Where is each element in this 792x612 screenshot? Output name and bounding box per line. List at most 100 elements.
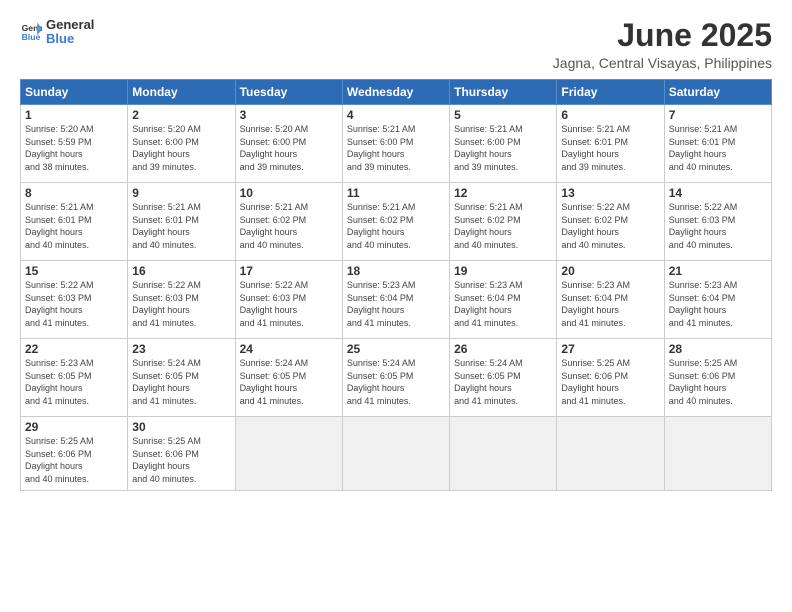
table-row: 14Sunrise: 5:22 AMSunset: 6:03 PMDayligh… <box>664 183 771 261</box>
calendar-table: Sunday Monday Tuesday Wednesday Thursday… <box>20 79 772 490</box>
day-number: 3 <box>240 108 338 122</box>
day-info: Sunrise: 5:22 AMSunset: 6:03 PMDaylight … <box>669 201 767 251</box>
day-number: 22 <box>25 342 123 356</box>
day-number: 14 <box>669 186 767 200</box>
day-number: 15 <box>25 264 123 278</box>
day-info: Sunrise: 5:25 AMSunset: 6:06 PMDaylight … <box>132 435 230 485</box>
day-number: 10 <box>240 186 338 200</box>
subtitle: Jagna, Central Visayas, Philippines <box>553 55 772 71</box>
day-number: 28 <box>669 342 767 356</box>
calendar-week-row: 22Sunrise: 5:23 AMSunset: 6:05 PMDayligh… <box>21 339 772 417</box>
day-number: 11 <box>347 186 445 200</box>
table-row: 25Sunrise: 5:24 AMSunset: 6:05 PMDayligh… <box>342 339 449 417</box>
day-number: 26 <box>454 342 552 356</box>
day-info: Sunrise: 5:21 AMSunset: 6:01 PMDaylight … <box>132 201 230 251</box>
day-info: Sunrise: 5:23 AMSunset: 6:04 PMDaylight … <box>561 279 659 329</box>
day-number: 12 <box>454 186 552 200</box>
table-row: 2Sunrise: 5:20 AMSunset: 6:00 PMDaylight… <box>128 105 235 183</box>
col-monday: Monday <box>128 80 235 105</box>
day-info: Sunrise: 5:20 AMSunset: 5:59 PMDaylight … <box>25 123 123 173</box>
table-row: 22Sunrise: 5:23 AMSunset: 6:05 PMDayligh… <box>21 339 128 417</box>
day-info: Sunrise: 5:25 AMSunset: 6:06 PMDaylight … <box>669 357 767 407</box>
table-row <box>557 417 664 490</box>
day-info: Sunrise: 5:23 AMSunset: 6:05 PMDaylight … <box>25 357 123 407</box>
calendar-header-row: Sunday Monday Tuesday Wednesday Thursday… <box>21 80 772 105</box>
table-row: 29Sunrise: 5:25 AMSunset: 6:06 PMDayligh… <box>21 417 128 490</box>
day-number: 6 <box>561 108 659 122</box>
logo-general: General <box>46 18 94 32</box>
day-info: Sunrise: 5:20 AMSunset: 6:00 PMDaylight … <box>132 123 230 173</box>
day-info: Sunrise: 5:21 AMSunset: 6:02 PMDaylight … <box>240 201 338 251</box>
table-row: 20Sunrise: 5:23 AMSunset: 6:04 PMDayligh… <box>557 261 664 339</box>
day-number: 8 <box>25 186 123 200</box>
day-info: Sunrise: 5:25 AMSunset: 6:06 PMDaylight … <box>25 435 123 485</box>
table-row: 8Sunrise: 5:21 AMSunset: 6:01 PMDaylight… <box>21 183 128 261</box>
calendar-week-row: 15Sunrise: 5:22 AMSunset: 6:03 PMDayligh… <box>21 261 772 339</box>
table-row <box>235 417 342 490</box>
table-row: 4Sunrise: 5:21 AMSunset: 6:00 PMDaylight… <box>342 105 449 183</box>
day-info: Sunrise: 5:21 AMSunset: 6:02 PMDaylight … <box>454 201 552 251</box>
table-row: 16Sunrise: 5:22 AMSunset: 6:03 PMDayligh… <box>128 261 235 339</box>
table-row: 5Sunrise: 5:21 AMSunset: 6:00 PMDaylight… <box>450 105 557 183</box>
day-number: 23 <box>132 342 230 356</box>
day-info: Sunrise: 5:25 AMSunset: 6:06 PMDaylight … <box>561 357 659 407</box>
day-number: 9 <box>132 186 230 200</box>
table-row <box>450 417 557 490</box>
table-row <box>342 417 449 490</box>
day-number: 7 <box>669 108 767 122</box>
table-row: 12Sunrise: 5:21 AMSunset: 6:02 PMDayligh… <box>450 183 557 261</box>
table-row: 10Sunrise: 5:21 AMSunset: 6:02 PMDayligh… <box>235 183 342 261</box>
table-row: 23Sunrise: 5:24 AMSunset: 6:05 PMDayligh… <box>128 339 235 417</box>
col-friday: Friday <box>557 80 664 105</box>
day-number: 19 <box>454 264 552 278</box>
day-number: 1 <box>25 108 123 122</box>
day-number: 24 <box>240 342 338 356</box>
table-row: 21Sunrise: 5:23 AMSunset: 6:04 PMDayligh… <box>664 261 771 339</box>
table-row: 26Sunrise: 5:24 AMSunset: 6:05 PMDayligh… <box>450 339 557 417</box>
day-number: 27 <box>561 342 659 356</box>
day-number: 21 <box>669 264 767 278</box>
day-info: Sunrise: 5:24 AMSunset: 6:05 PMDaylight … <box>454 357 552 407</box>
table-row: 9Sunrise: 5:21 AMSunset: 6:01 PMDaylight… <box>128 183 235 261</box>
table-row: 28Sunrise: 5:25 AMSunset: 6:06 PMDayligh… <box>664 339 771 417</box>
calendar-week-row: 8Sunrise: 5:21 AMSunset: 6:01 PMDaylight… <box>21 183 772 261</box>
logo-text: General Blue <box>46 18 94 47</box>
table-row: 1Sunrise: 5:20 AMSunset: 5:59 PMDaylight… <box>21 105 128 183</box>
day-info: Sunrise: 5:21 AMSunset: 6:01 PMDaylight … <box>669 123 767 173</box>
table-row <box>664 417 771 490</box>
day-info: Sunrise: 5:21 AMSunset: 6:01 PMDaylight … <box>25 201 123 251</box>
day-info: Sunrise: 5:23 AMSunset: 6:04 PMDaylight … <box>454 279 552 329</box>
table-row: 18Sunrise: 5:23 AMSunset: 6:04 PMDayligh… <box>342 261 449 339</box>
day-info: Sunrise: 5:23 AMSunset: 6:04 PMDaylight … <box>347 279 445 329</box>
day-number: 18 <box>347 264 445 278</box>
table-row: 30Sunrise: 5:25 AMSunset: 6:06 PMDayligh… <box>128 417 235 490</box>
day-number: 4 <box>347 108 445 122</box>
day-info: Sunrise: 5:24 AMSunset: 6:05 PMDaylight … <box>132 357 230 407</box>
table-row: 15Sunrise: 5:22 AMSunset: 6:03 PMDayligh… <box>21 261 128 339</box>
day-number: 20 <box>561 264 659 278</box>
day-info: Sunrise: 5:21 AMSunset: 6:00 PMDaylight … <box>454 123 552 173</box>
table-row: 7Sunrise: 5:21 AMSunset: 6:01 PMDaylight… <box>664 105 771 183</box>
col-saturday: Saturday <box>664 80 771 105</box>
table-row: 17Sunrise: 5:22 AMSunset: 6:03 PMDayligh… <box>235 261 342 339</box>
day-info: Sunrise: 5:22 AMSunset: 6:02 PMDaylight … <box>561 201 659 251</box>
day-info: Sunrise: 5:21 AMSunset: 6:00 PMDaylight … <box>347 123 445 173</box>
day-info: Sunrise: 5:23 AMSunset: 6:04 PMDaylight … <box>669 279 767 329</box>
table-row: 19Sunrise: 5:23 AMSunset: 6:04 PMDayligh… <box>450 261 557 339</box>
day-info: Sunrise: 5:21 AMSunset: 6:02 PMDaylight … <box>347 201 445 251</box>
day-info: Sunrise: 5:21 AMSunset: 6:01 PMDaylight … <box>561 123 659 173</box>
day-number: 13 <box>561 186 659 200</box>
table-row: 6Sunrise: 5:21 AMSunset: 6:01 PMDaylight… <box>557 105 664 183</box>
calendar-week-row: 1Sunrise: 5:20 AMSunset: 5:59 PMDaylight… <box>21 105 772 183</box>
col-wednesday: Wednesday <box>342 80 449 105</box>
logo-blue: Blue <box>46 32 94 46</box>
day-info: Sunrise: 5:24 AMSunset: 6:05 PMDaylight … <box>240 357 338 407</box>
day-number: 2 <box>132 108 230 122</box>
day-number: 16 <box>132 264 230 278</box>
main-title: June 2025 <box>553 18 772 53</box>
day-number: 29 <box>25 420 123 434</box>
day-number: 25 <box>347 342 445 356</box>
logo: General Blue General Blue <box>20 18 94 47</box>
table-row: 24Sunrise: 5:24 AMSunset: 6:05 PMDayligh… <box>235 339 342 417</box>
day-number: 5 <box>454 108 552 122</box>
